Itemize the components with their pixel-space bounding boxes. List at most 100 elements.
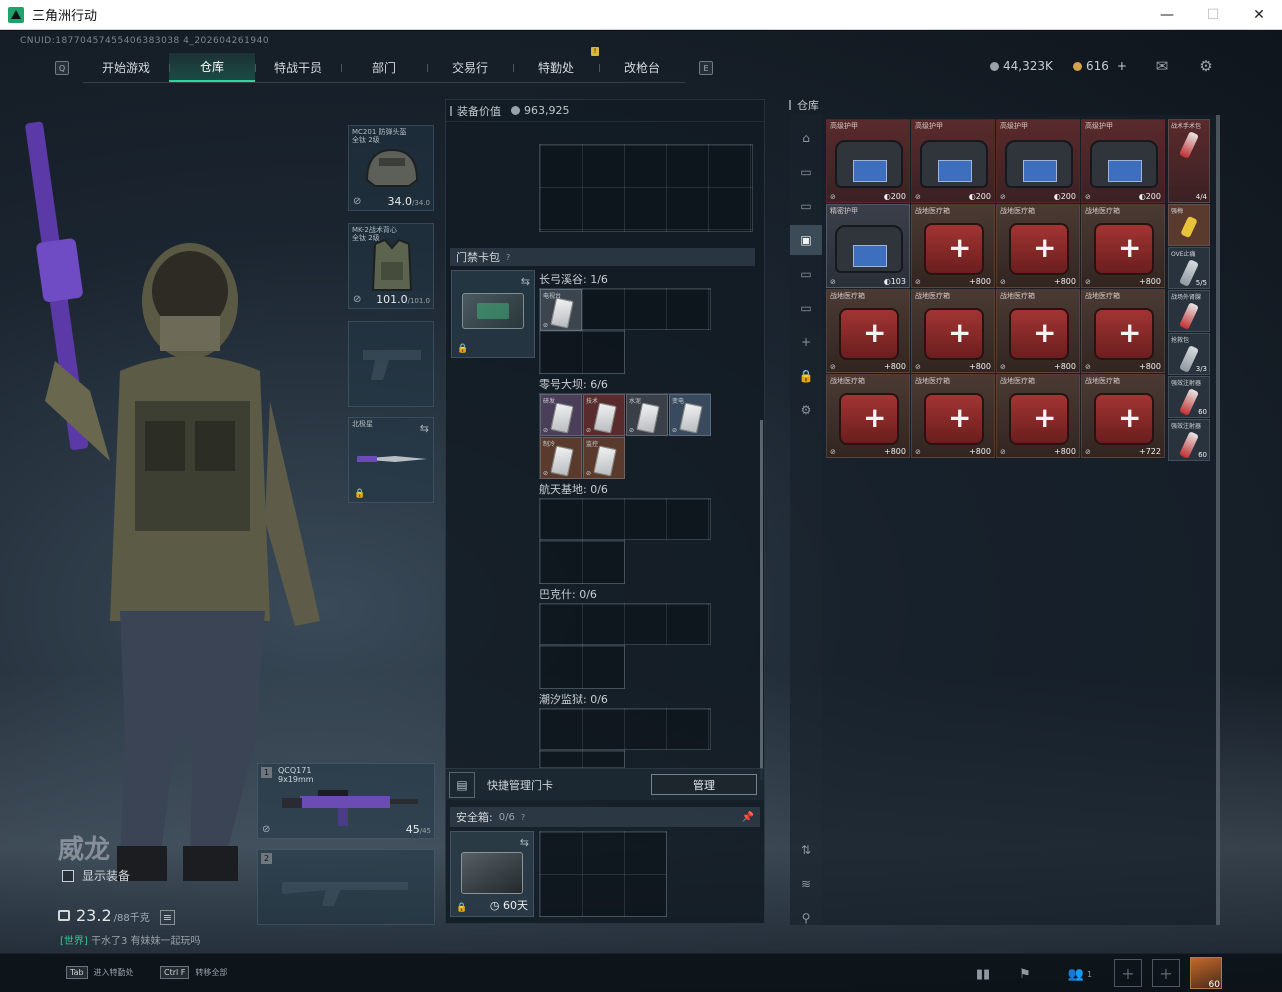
armor-slot[interactable]: MK-2战术背心 全钛 2级 ⊘ 101.0/101.0 <box>348 223 434 309</box>
warehouse-item-medkit[interactable]: 战地医疗箱⊘+722 <box>1081 374 1165 458</box>
manage-button[interactable]: 管理 <box>651 774 757 795</box>
warehouse-item-medkit[interactable]: 战地医疗箱⊘+800 <box>911 289 995 373</box>
brakkesh-card-grid-ext[interactable] <box>539 645 625 689</box>
friends-icon[interactable]: 👥 1 <box>1062 963 1098 985</box>
secondary-weapon-slot[interactable]: 2 <box>257 849 435 925</box>
warehouse-tab-3[interactable]: ▭ <box>790 191 822 221</box>
space-base-card-grid-ext[interactable] <box>539 540 625 584</box>
safe-count: 0/6 <box>498 811 515 823</box>
sort-icon[interactable]: ⇅ <box>790 835 822 865</box>
warehouse-item-rescue-kit[interactable]: 抢救包 3/3 <box>1168 333 1210 375</box>
settings-gear-icon[interactable]: ⚙ <box>1196 56 1216 76</box>
tab-department[interactable]: 部门 <box>341 53 427 82</box>
valley-card-grid-ext[interactable] <box>539 330 625 374</box>
keycard-case-icon <box>462 293 524 329</box>
keycard-item[interactable]: 水泥 ⊘ <box>626 394 668 436</box>
tab-special-service[interactable]: 特勤处 ! <box>513 47 599 82</box>
warehouse-item-armor[interactable]: 高级护甲 ⊘ ◐200 <box>1081 119 1165 203</box>
maximize-button[interactable]: ☐ <box>1190 0 1236 30</box>
prison-card-grid[interactable] <box>539 708 711 750</box>
keycard-item[interactable]: 变电 ⊘ <box>669 394 711 436</box>
add-teammate-button[interactable]: + <box>1114 959 1142 987</box>
minimize-button[interactable]: — <box>1144 0 1190 30</box>
tab-warehouse[interactable]: 仓库 <box>169 53 255 82</box>
warehouse-item-medkit[interactable]: 战地医疗箱⊘+800 <box>996 374 1080 458</box>
safe-box-slot[interactable]: ⇆ 🔒 ◷ 60天 <box>450 831 534 917</box>
warehouse-item-medkit[interactable]: 战地医疗箱⊘+800 <box>1081 289 1165 373</box>
warehouse-item-armor[interactable]: 高级护甲 ⊘ ◐200 <box>826 119 910 203</box>
list-icon[interactable]: ≡ <box>159 910 175 925</box>
hint-transfer-all[interactable]: Ctrl F 转移全部 <box>160 966 227 979</box>
helmet-slot[interactable]: MC201 防弹头盔 全钛 2级 ⊘ 34.0/34.0 <box>348 125 434 211</box>
warehouse-item-medkit[interactable]: 战地医疗箱⊘+800 <box>996 204 1080 288</box>
warehouse-tab-4[interactable]: ▣ <box>790 225 822 255</box>
tab-trade[interactable]: 交易行 <box>427 53 513 82</box>
primary-weapon-slot[interactable]: 1 QCQ171 9x19mm ⊘ 45/45 <box>257 763 435 839</box>
hint-special-service[interactable]: Tab 进入特勤处 <box>66 966 134 979</box>
filter-icon[interactable]: ⚲ <box>790 903 822 933</box>
backpack-grid[interactable] <box>539 144 753 232</box>
mail-icon[interactable]: ✉ <box>1152 56 1172 76</box>
warehouse-item-medkit[interactable]: 战地医疗箱⊘+800 <box>911 204 995 288</box>
warehouse-tab-1[interactable]: ⌂ <box>790 123 822 153</box>
warehouse-item-adrenaline[interactable]: 战场外肾腺 <box>1168 290 1210 332</box>
show-gear-checkbox[interactable] <box>62 869 74 882</box>
brakkesh-card-grid[interactable] <box>539 603 711 645</box>
stats-icon[interactable]: ▮▮ <box>972 963 994 985</box>
add-teammate-button[interactable]: + <box>1152 959 1180 987</box>
keycard-item[interactable]: 研发 ⊘ <box>540 394 582 436</box>
warehouse-item-medkit[interactable]: 战地医疗箱⊘+800 <box>996 289 1080 373</box>
tab-start-game[interactable]: 开始游戏 <box>83 53 169 82</box>
space-base-card-grid[interactable] <box>539 498 711 540</box>
swap-icon[interactable]: ⇆ <box>420 422 429 435</box>
add-tab-icon[interactable]: + <box>790 327 822 357</box>
warehouse-item-armor[interactable]: 精密护甲 ⊘ ◐103 <box>826 204 910 288</box>
equip-value: 963,925 <box>524 104 570 117</box>
warehouse-item-injector[interactable]: 强效注射器 60 <box>1168 419 1210 461</box>
warehouse-tab-5[interactable]: ▭ <box>790 259 822 289</box>
close-button[interactable]: ✕ <box>1236 0 1282 30</box>
warehouse-item-medkit[interactable]: 战地医疗箱⊘+800 <box>826 289 910 373</box>
warehouse-item-armor[interactable]: 高级护甲 ⊘ ◐200 <box>996 119 1080 203</box>
melee-slot[interactable]: 北极星 ⇆ 🔒 <box>348 417 434 503</box>
settings-gear-icon[interactable]: ⚙ <box>790 395 822 425</box>
warehouse-tab-2[interactable]: ▭ <box>790 157 822 187</box>
keycard-scrollbar[interactable] <box>760 420 763 780</box>
lock-icon[interactable]: 🔒 <box>790 361 822 391</box>
pin-icon[interactable]: 📌 <box>742 812 754 823</box>
warehouse-item-medkit[interactable]: 战地医疗箱⊘+800 <box>911 374 995 458</box>
keycard-item[interactable]: 监控 ⊘ <box>583 437 625 479</box>
flag-icon[interactable]: ⚑ <box>1014 963 1036 985</box>
swap-icon[interactable]: ⇆ <box>520 836 529 849</box>
layers-icon[interactable]: ≋ <box>790 869 822 899</box>
pistol-slot[interactable] <box>348 321 434 407</box>
tab-operators[interactable]: 特战干员 <box>255 53 341 82</box>
warehouse-tab-6[interactable]: ▭ <box>790 293 822 323</box>
tab-gunsmith[interactable]: 改枪台 <box>599 53 685 82</box>
nav-prev-key[interactable]: Q <box>55 61 69 75</box>
coin-balance[interactable]: 44,323K <box>990 59 1053 73</box>
warehouse-item-medkit[interactable]: 战地医疗箱⊘+800 <box>1081 204 1165 288</box>
ticket-balance[interactable]: 616 + <box>1073 59 1127 73</box>
avatar[interactable]: 60 <box>1190 957 1222 990</box>
warehouse-item-drink[interactable]: 强梅 <box>1168 204 1210 246</box>
keycard-item[interactable]: 电视台 ⊘ <box>540 289 582 331</box>
warehouse-item-injector[interactable]: 强效注射器 60 <box>1168 376 1210 418</box>
safe-box-grid[interactable] <box>539 831 667 917</box>
keycard-item[interactable]: 制冷 ⊘ <box>540 437 582 479</box>
warehouse-item-painkiller[interactable]: OVE止痛 5/5 <box>1168 247 1210 289</box>
show-gear-toggle[interactable]: 显示装备 <box>62 867 130 884</box>
world-chat-line[interactable]: [世界] 干水了3 有妹妹一起玩吗 <box>60 932 201 947</box>
chat-channel: [世界] <box>60 936 88 947</box>
keycard-item[interactable]: 技术 ⊘ <box>583 394 625 436</box>
warehouse-item-medkit[interactable]: 战地医疗箱⊘+800 <box>826 374 910 458</box>
warehouse-item-armor[interactable]: 高级护甲 ⊘ ◐200 <box>911 119 995 203</box>
keycard-holder-slot[interactable]: ⇆ 🔒 <box>451 270 535 358</box>
prison-card-grid-ext[interactable] <box>539 750 625 768</box>
app-logo-icon <box>8 6 24 23</box>
keycard-section-header: 门禁卡包? <box>450 248 755 266</box>
nav-next-key[interactable]: E <box>699 61 713 75</box>
warehouse-item-surgery-kit[interactable]: 战术手术包 4/4 <box>1168 119 1210 203</box>
add-currency-button[interactable]: + <box>1117 59 1127 73</box>
swap-icon[interactable]: ⇆ <box>521 275 530 288</box>
